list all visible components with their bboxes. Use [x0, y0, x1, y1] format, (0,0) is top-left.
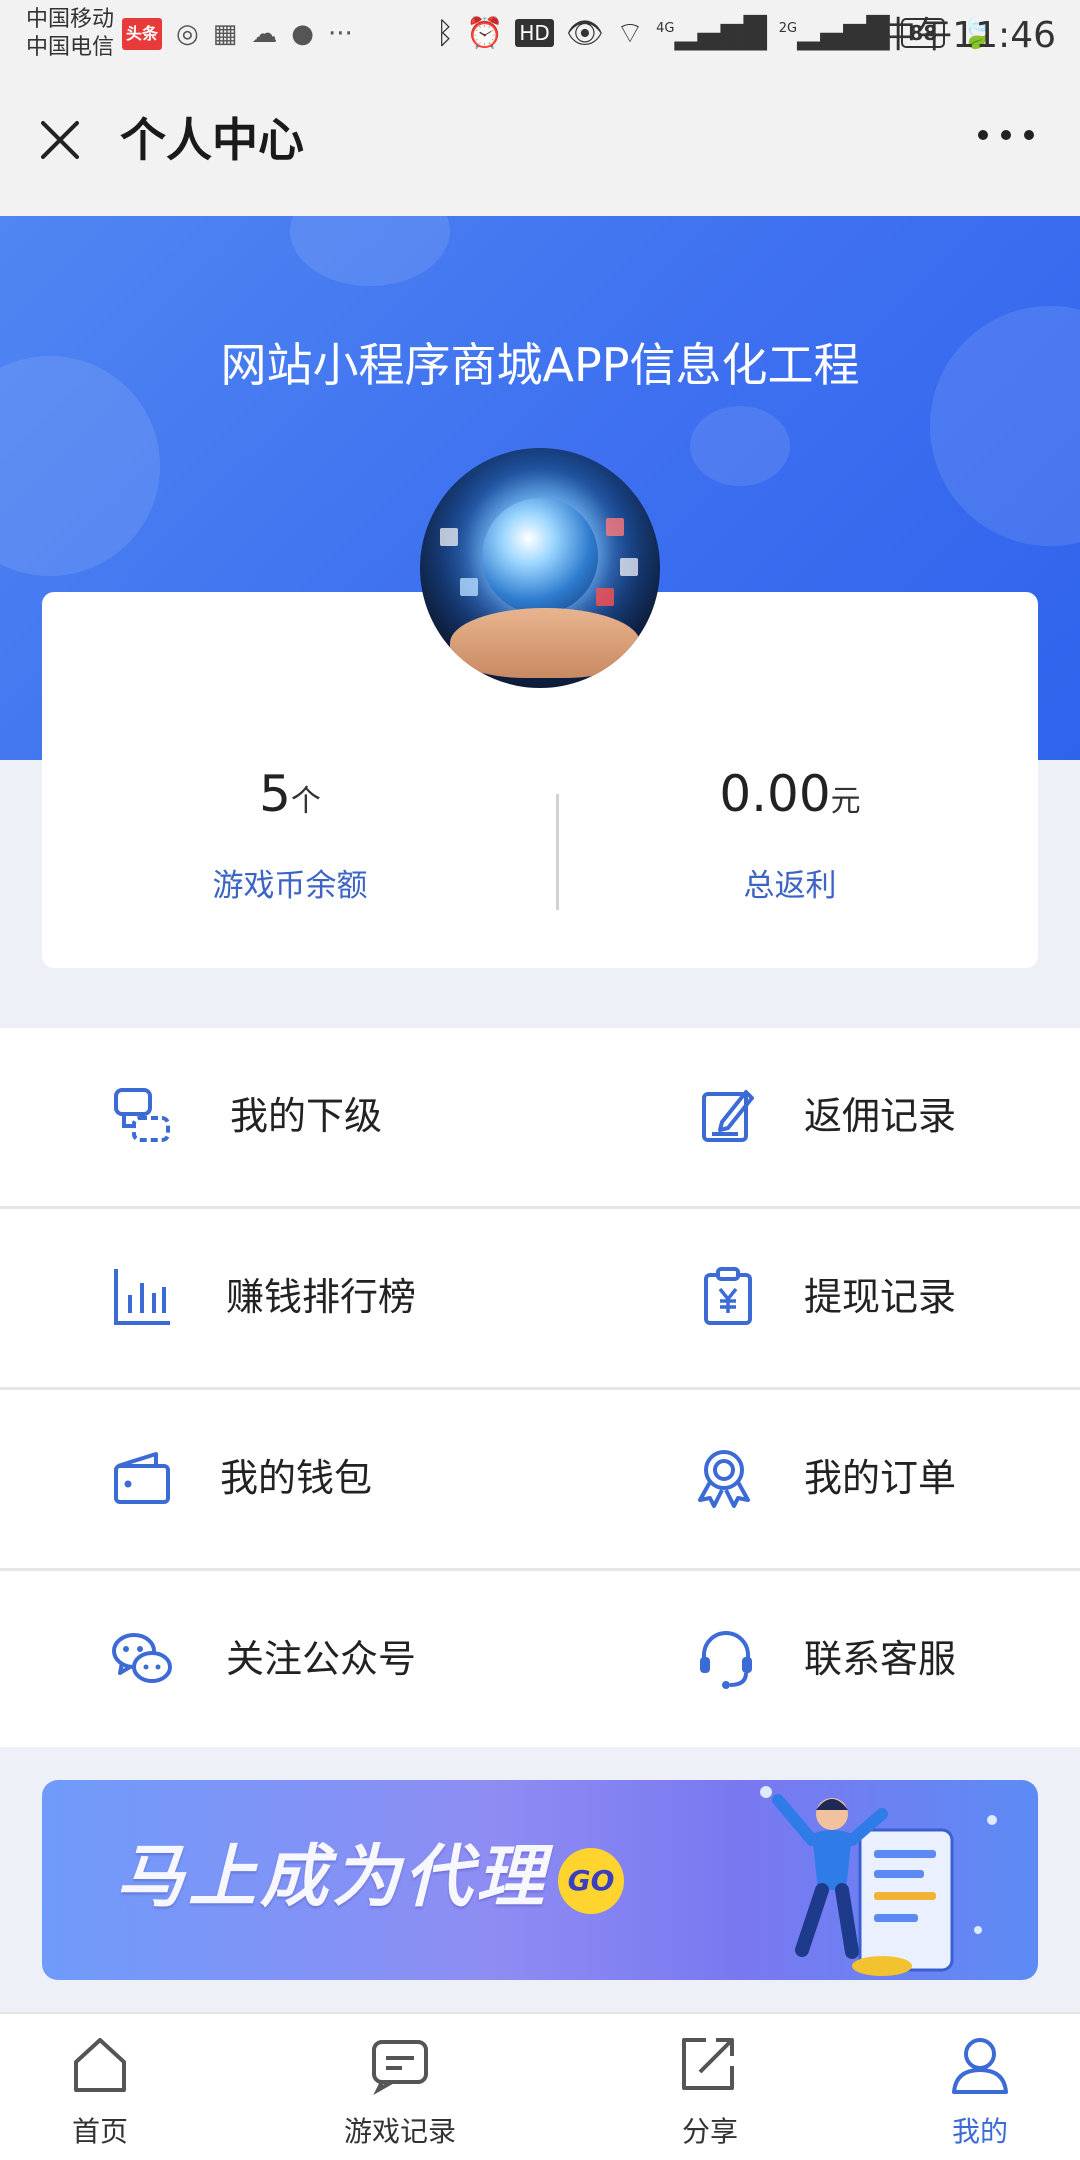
coin-balance-unit: 个 — [290, 784, 321, 819]
tab-home[interactable]: 首页 — [0, 2014, 220, 2160]
more-options-icon[interactable] — [978, 130, 1034, 140]
headset-icon — [700, 1631, 752, 1689]
app-icon: ▦ — [212, 19, 238, 49]
share-icon — [682, 2038, 734, 2090]
page-title: 个人中心 — [120, 113, 304, 167]
menu-item-subordinates[interactable]: 我的下级 — [0, 1028, 540, 1206]
subordinates-icon — [114, 1088, 170, 1142]
home-icon — [74, 2038, 126, 2092]
tab-profile[interactable]: 我的 — [870, 2014, 1080, 2160]
total-rebate-stat[interactable]: 0.00元 总返利 — [542, 764, 1038, 905]
menu-row: 我的钱包 我的订单 — [0, 1390, 1080, 1571]
coin-balance-value-line: 5个 — [42, 764, 538, 832]
message-icon — [372, 2040, 428, 2096]
menu-item-earnings-ranking[interactable]: 赚钱排行榜 — [0, 1209, 540, 1387]
tab-share[interactable]: 分享 — [590, 2014, 810, 2160]
notification-icons: 头条 ◎ ▦ ☁ ● ··· — [122, 18, 353, 50]
promo-go-badge: GO — [558, 1848, 624, 1914]
chat-bubble-icon: ● — [291, 19, 314, 49]
menu-item-follow-account[interactable]: 关注公众号 — [0, 1571, 540, 1747]
agent-illustration — [760, 1786, 997, 1976]
browser-icon: ◎ — [176, 19, 199, 49]
title-bar: 个人中心 — [0, 70, 1080, 216]
become-agent-banner[interactable]: 马上成为代理 GO — [42, 1780, 1038, 1980]
network-2-label: 2G — [778, 20, 798, 36]
withdraw-clipboard-icon — [704, 1267, 752, 1325]
eye-icon: 👁 — [565, 15, 604, 51]
wechat-icon — [112, 1633, 172, 1683]
news-app-icon: 头条 — [122, 18, 163, 50]
badge-ribbon-icon — [698, 1450, 750, 1508]
alarm-icon: ⏰ — [466, 15, 504, 51]
coin-balance-stat[interactable]: 5个 游戏币余额 — [42, 764, 538, 905]
menu-grid: 我的下级 返佣记录 赚钱排行榜 提现记录 我的钱包 我的订单 关注公众号 联系客… — [0, 1028, 1080, 1747]
profile-icon — [952, 2038, 1008, 2094]
menu-label-customer-service: 联系客服 — [804, 1637, 957, 1681]
network-1-label: 4G — [656, 20, 675, 36]
menu-label-follow-account: 关注公众号 — [226, 1637, 417, 1681]
signal-1-icon: 4G▂▄▆█ — [656, 15, 767, 51]
menu-item-orders[interactable]: 我的订单 — [540, 1390, 1080, 1568]
menu-item-rebate-records[interactable]: 返佣记录 — [540, 1028, 1080, 1206]
carrier-info: 中国移动 中国电信 — [26, 6, 114, 62]
tab-label-share: 分享 — [681, 2115, 738, 2148]
menu-row: 关注公众号 联系客服 — [0, 1571, 1080, 1747]
menu-item-wallet[interactable]: 我的钱包 — [0, 1390, 540, 1568]
tab-label-home: 首页 — [71, 2115, 128, 2148]
promo-text: 马上成为代理 — [116, 1838, 549, 1917]
menu-row: 赚钱排行榜 提现记录 — [0, 1209, 1080, 1390]
status-bar: 中国移动 中国电信 头条 ◎ ▦ ☁ ● ··· ᛒ ⏰ HD 👁 ⌔ 4G▂▄… — [0, 0, 1080, 70]
wallet-icon — [114, 1452, 170, 1504]
tab-label-game-records: 游戏记录 — [343, 2115, 456, 2148]
total-rebate-value: 0.00 — [719, 765, 831, 823]
total-rebate-label: 总返利 — [743, 868, 837, 904]
hd-icon: HD — [515, 19, 554, 47]
menu-row: 我的下级 返佣记录 — [0, 1028, 1080, 1209]
menu-label-rebate-records: 返佣记录 — [804, 1094, 957, 1138]
bottom-tab-bar: 首页 游戏记录 分享 我的 — [0, 2012, 1080, 2160]
carrier-1: 中国移动 — [26, 7, 115, 32]
more-notifications-icon: ··· — [327, 19, 353, 49]
menu-item-withdraw-records[interactable]: 提现记录 — [540, 1209, 1080, 1387]
store-name: 网站小程序商城APP信息化工程 — [220, 338, 860, 392]
menu-item-customer-service[interactable]: 联系客服 — [540, 1571, 1080, 1747]
avatar[interactable] — [420, 448, 660, 688]
tab-label-profile: 我的 — [951, 2115, 1008, 2148]
total-rebate-value-line: 0.00元 — [542, 764, 1038, 832]
edit-record-icon — [702, 1090, 754, 1142]
menu-label-subordinates: 我的下级 — [230, 1094, 383, 1138]
menu-label-orders: 我的订单 — [804, 1456, 957, 1500]
coin-balance-value: 5 — [259, 765, 291, 823]
cloud-app-icon: ☁ — [251, 19, 278, 49]
tab-game-records[interactable]: 游戏记录 — [290, 2014, 510, 2160]
signal-2-icon: 2G▂▄▆█ — [778, 15, 890, 51]
clock: 中午11:46 — [880, 15, 1056, 56]
bar-chart-icon — [114, 1269, 170, 1325]
coin-balance-label: 游戏币余额 — [212, 868, 368, 904]
menu-label-wallet: 我的钱包 — [220, 1456, 373, 1500]
bluetooth-icon: ᛒ — [436, 15, 454, 51]
total-rebate-unit: 元 — [830, 784, 861, 819]
menu-label-withdraw-records: 提现记录 — [804, 1275, 957, 1319]
wifi-icon: ⌔ — [615, 16, 645, 51]
menu-label-earnings-ranking: 赚钱排行榜 — [226, 1275, 417, 1319]
carrier-2: 中国电信 — [26, 35, 115, 60]
close-icon[interactable] — [36, 116, 84, 164]
